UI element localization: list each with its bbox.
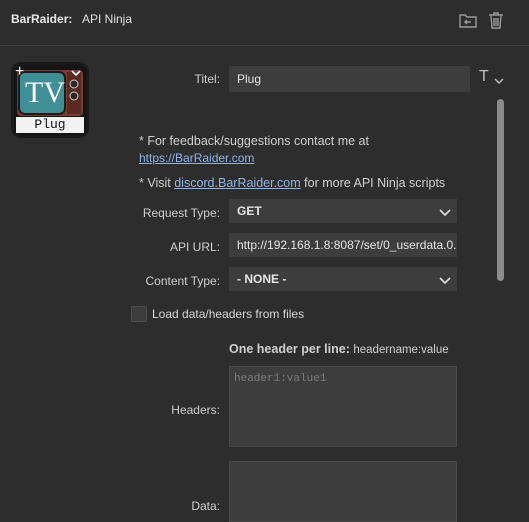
feedback-note: * For feedback/suggestions contact me at bbox=[139, 134, 369, 148]
title-input[interactable]: Plug bbox=[229, 66, 470, 92]
tv-screen-text: TV bbox=[25, 76, 65, 109]
visit-prefix: * Visit bbox=[139, 176, 171, 190]
headers-hint-bold: One header per line: bbox=[229, 342, 350, 356]
plus-icon[interactable]: + bbox=[15, 64, 24, 80]
request-type-label: Request Type: bbox=[142, 206, 220, 220]
text-format-icon[interactable]: T bbox=[479, 68, 489, 86]
content-type-value: - NONE - bbox=[237, 272, 287, 286]
trash-icon[interactable] bbox=[486, 10, 506, 30]
title-format-chevron-icon[interactable] bbox=[493, 74, 505, 86]
chevron-down-icon bbox=[439, 206, 451, 218]
header-bar: BarRaider: API Ninja bbox=[0, 0, 529, 46]
headers-label: Headers: bbox=[171, 403, 220, 417]
request-type-value: GET bbox=[237, 204, 262, 218]
plugin-name: BarRaider: bbox=[11, 12, 73, 26]
chevron-down-icon[interactable] bbox=[69, 66, 83, 80]
discord-link[interactable]: discord.BarRaider.com bbox=[174, 176, 300, 190]
api-url-input[interactable]: http://192.168.1.8:8087/set/0_userdata.0… bbox=[229, 233, 457, 257]
content-type-label: Content Type: bbox=[145, 274, 221, 288]
visit-suffix: for more API Ninja scripts bbox=[304, 176, 446, 190]
data-textarea[interactable] bbox=[229, 461, 457, 522]
folder-arrow-icon[interactable] bbox=[458, 10, 478, 30]
load-from-files-label[interactable]: Load data/headers from files bbox=[152, 307, 304, 321]
headers-hint-format: headername:value bbox=[353, 344, 449, 356]
load-from-files-checkbox[interactable] bbox=[131, 306, 147, 322]
key-image-preview[interactable]: TV Plug + bbox=[11, 62, 89, 138]
content-type-select[interactable]: - NONE - bbox=[229, 267, 457, 291]
headers-hint: One header per line: headername:value bbox=[229, 342, 449, 356]
headers-textarea[interactable]: header1:value1 bbox=[229, 366, 457, 447]
request-type-select[interactable]: GET bbox=[229, 199, 457, 223]
action-name: API Ninja bbox=[82, 12, 133, 26]
api-url-label: API URL: bbox=[169, 240, 220, 254]
visit-note: * Visit discord.BarRaider.com for more A… bbox=[139, 176, 445, 190]
title-label: Titel: bbox=[194, 72, 220, 86]
scrollbar-thumb[interactable] bbox=[497, 99, 504, 281]
barraider-link[interactable]: https://BarRaider.com bbox=[139, 151, 254, 165]
data-label: Data: bbox=[191, 499, 220, 513]
key-image-label: Plug bbox=[34, 117, 66, 132]
chevron-down-icon bbox=[439, 274, 451, 286]
